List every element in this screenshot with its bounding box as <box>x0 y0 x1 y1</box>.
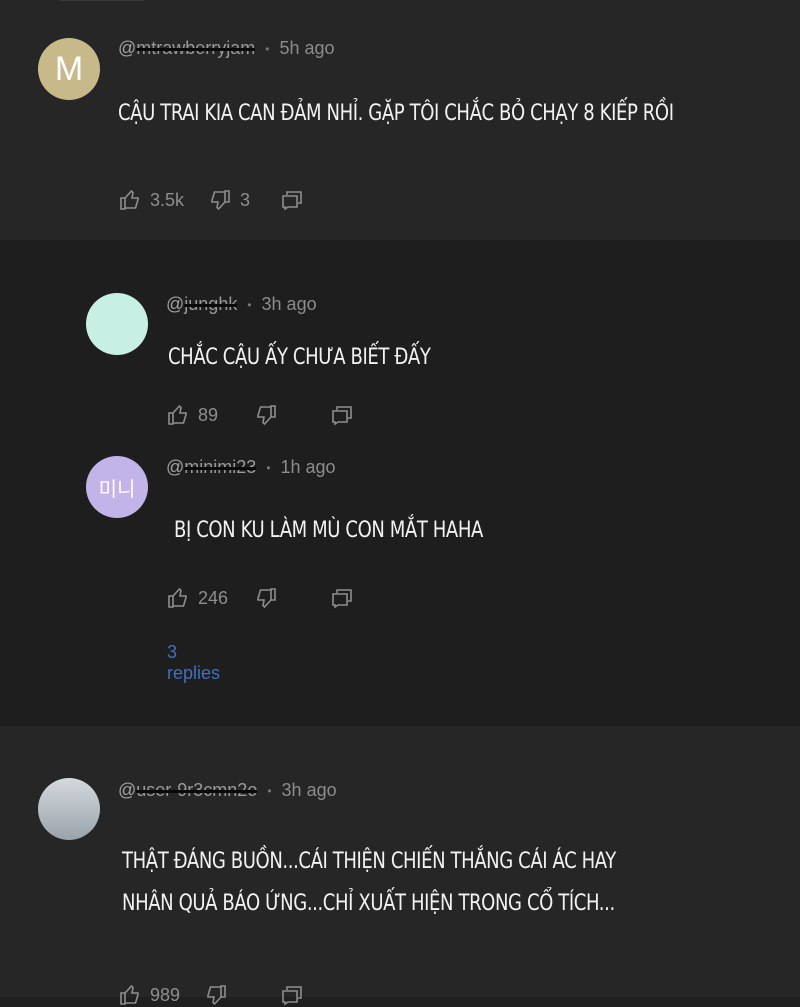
username[interactable]: minimi23 <box>184 457 257 478</box>
like-count: 246 <box>198 587 229 608</box>
like-count: 3.5k <box>150 189 185 210</box>
reply-icon <box>332 589 352 609</box>
avatar-letter: M <box>54 49 84 88</box>
at-sign: @ <box>166 294 185 314</box>
thumb-down-icon <box>207 985 226 1006</box>
reply-icon <box>332 406 352 426</box>
avatar[interactable] <box>38 778 100 840</box>
like-count: 989 <box>150 984 181 1005</box>
comment-text: CẬU TRAI KIA CAN ĐẢM NHỈ. GẶP TÔI CHẮC B… <box>118 101 674 126</box>
comment-actions: 3.5k 3 <box>118 188 304 212</box>
comment-meta: @ junghk • 3h ago <box>166 294 317 315</box>
thumb-up-icon <box>120 189 139 210</box>
like-button[interactable]: 89 <box>166 403 218 427</box>
like-button[interactable]: 246 <box>166 586 228 610</box>
timestamp: 5h ago <box>279 38 335 58</box>
comment-text: CHẮC CẬU ẤY CHƯA BIẾT ĐẤY <box>168 345 431 370</box>
at-sign: @ <box>166 457 185 477</box>
view-replies-link[interactable]: 3 replies <box>167 642 220 684</box>
comment-meta: @ minimi23 • 1h ago <box>166 457 336 478</box>
thumb-down-icon <box>257 405 276 426</box>
avatar[interactable]: 미니 <box>86 456 148 518</box>
dislike-button[interactable]: 3 <box>208 188 250 212</box>
thumb-up-icon <box>120 984 139 1005</box>
dislike-button[interactable] <box>204 983 228 1007</box>
timestamp: 3h ago <box>261 294 317 314</box>
like-count: 89 <box>198 404 219 425</box>
comment-text-line2: NHÂN QUẢ BÁO ỨNG...CHỈ XUẤT HIỆN TRONG C… <box>122 891 615 916</box>
thumb-up-icon <box>168 404 187 425</box>
thumb-down-icon <box>257 588 276 609</box>
avatar[interactable] <box>86 293 148 355</box>
timestamp: 3h ago <box>281 780 337 800</box>
reply-icon <box>282 986 302 1006</box>
like-button[interactable]: 989 <box>118 983 180 1007</box>
avatar-letter: 미니 <box>98 476 136 501</box>
reply-button[interactable] <box>280 188 304 212</box>
dislike-button[interactable] <box>254 586 278 610</box>
timestamp: 1h ago <box>280 457 336 477</box>
comment-meta: @ mtrawberryjam • 5h ago <box>118 38 335 59</box>
comment-text: BỊ CON KU LÀM MÙ CON MẮT HAHA <box>174 518 483 543</box>
comment-meta: @ user-9r3cmn2o • 3h ago <box>118 780 337 801</box>
reply-icon <box>282 191 302 211</box>
avatar[interactable]: M <box>38 38 100 100</box>
comment-actions: 246 <box>166 586 354 610</box>
dislike-count: 3 <box>240 189 251 210</box>
at-sign: @ <box>118 38 137 58</box>
comment-text-line1: THẬT ĐÁNG BUỒN...CÁI THIỆN CHIẾN THẮNG C… <box>122 849 616 874</box>
reply-button[interactable] <box>330 586 354 610</box>
username[interactable]: user-9r3cmn2o <box>136 780 258 801</box>
reply-button[interactable] <box>330 403 354 427</box>
comment-actions: 89 <box>166 403 354 427</box>
comment-actions: 989 <box>118 983 304 1007</box>
reply-button[interactable] <box>280 983 304 1007</box>
dislike-button[interactable] <box>254 403 278 427</box>
at-sign: @ <box>118 780 137 800</box>
thumb-up-icon <box>168 587 187 608</box>
username[interactable]: mtrawberryjam <box>136 38 256 59</box>
username[interactable]: junghk <box>184 294 238 315</box>
like-button[interactable]: 3.5k <box>118 188 184 212</box>
thumb-down-icon <box>211 190 230 211</box>
